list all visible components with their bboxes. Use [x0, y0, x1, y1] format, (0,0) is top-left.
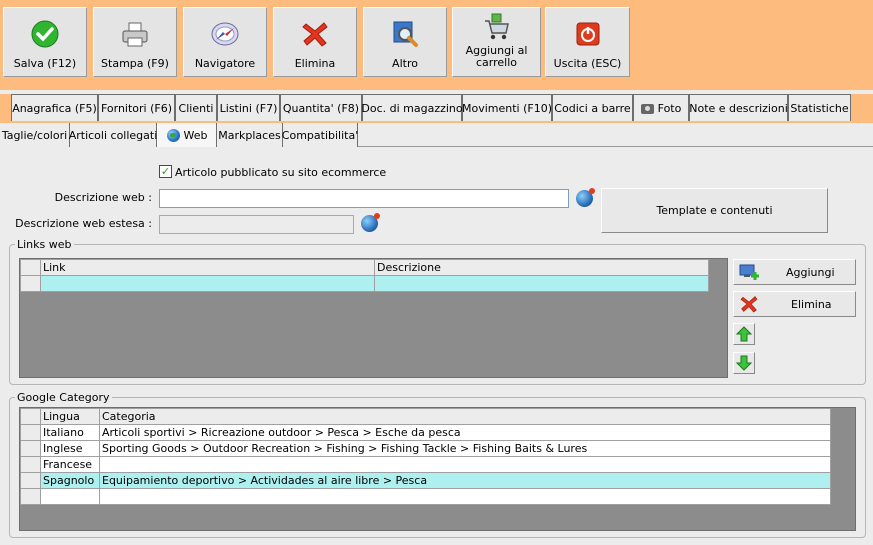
category-cell[interactable]: Articoli sportivi > Ricreazione outdoor … — [99, 424, 831, 441]
web-ext-globe-icon[interactable] — [361, 213, 380, 232]
tab-fornitori[interactable]: Fornitori (F6) — [98, 94, 175, 121]
category-cell[interactable]: Sporting Goods > Outdoor Recreation > Fi… — [99, 440, 831, 457]
links-web-title: Links web — [15, 238, 74, 251]
compass-icon — [211, 22, 239, 46]
web-globe-icon[interactable] — [576, 188, 595, 207]
add-link-label: Aggiungi — [786, 265, 835, 279]
desc-web-label: Descrizione web : — [54, 191, 152, 204]
add-link-button[interactable]: Aggiungi — [733, 259, 856, 285]
template-button[interactable]: Template e contenuti — [601, 188, 828, 233]
tab-foto[interactable]: Foto — [633, 94, 689, 121]
desc-web-input[interactable] — [159, 189, 569, 208]
other-button[interactable]: Altro — [363, 7, 447, 77]
desc-web-ext-input[interactable] — [159, 215, 354, 234]
table-row[interactable]: Spagnolo Equipamiento deportivo > Activi… — [20, 472, 831, 489]
col-descrizione: Descrizione — [374, 259, 709, 276]
sub-tab-bar: Taglie/colori Articoli collegati Web Mar… — [0, 123, 873, 147]
navigator-label: Navigatore — [194, 57, 256, 70]
move-up-button[interactable] — [733, 323, 755, 345]
add-monitor-icon — [739, 264, 759, 280]
category-cell[interactable]: Equipamiento deportivo > Actividades al … — [99, 472, 831, 489]
table-row[interactable]: Francese — [20, 456, 831, 473]
tab-statistiche[interactable]: Statistiche — [788, 94, 851, 121]
lang-cell: Italiano — [40, 424, 100, 441]
check-icon — [31, 20, 59, 48]
desc-web-ext-label: Descrizione web estesa : — [15, 217, 152, 230]
tab-note-descrizioni[interactable]: Note e descrizioni — [689, 94, 788, 121]
magnifier-icon — [393, 21, 418, 47]
delete-x-icon — [302, 22, 328, 47]
tab-codici-barre[interactable]: Codici a barre — [552, 94, 633, 121]
tab-articoli-collegati[interactable]: Articoli collegati — [69, 123, 157, 147]
tab-web-label: Web — [183, 129, 208, 142]
tab-doc-magazzino[interactable]: Doc. di magazzino — [361, 94, 463, 121]
delete-link-label: Elimina — [791, 297, 832, 311]
tab-markplaces[interactable]: Markplaces — [217, 123, 283, 147]
table-row[interactable] — [20, 275, 709, 292]
add-to-cart-button[interactable]: Aggiungi al carrello — [452, 7, 541, 77]
table-row[interactable]: Inglese Sporting Goods > Outdoor Recreat… — [20, 440, 831, 457]
published-checkbox[interactable]: ✓ — [159, 165, 172, 178]
tab-movimenti[interactable]: Movimenti (F10) — [462, 94, 552, 121]
cart-icon — [484, 13, 509, 40]
arrow-up-icon — [735, 326, 753, 342]
other-label: Altro — [392, 57, 418, 70]
power-icon — [576, 22, 599, 46]
table-row[interactable] — [20, 488, 831, 505]
tab-listini[interactable]: Listini (F7) — [217, 94, 280, 121]
globe-icon — [166, 129, 180, 142]
tab-taglie-colori[interactable]: Taglie/colori — [0, 123, 70, 147]
exit-label: Uscita (ESC) — [553, 57, 622, 70]
camera-icon — [640, 103, 654, 114]
google-category-title: Google Category — [15, 391, 112, 404]
lang-cell: Spagnolo — [40, 472, 100, 489]
print-button[interactable]: Stampa (F9) — [93, 7, 177, 77]
col-link: Link — [40, 259, 375, 276]
delete-link-button[interactable]: Elimina — [733, 291, 856, 317]
links-grid[interactable]: Link Descrizione — [19, 258, 728, 378]
add-to-cart-label: Aggiungi al carrello — [465, 44, 528, 69]
move-down-button[interactable] — [733, 352, 755, 374]
delete-button[interactable]: Elimina — [273, 7, 357, 77]
tab-clienti[interactable]: Clienti — [175, 94, 217, 121]
exit-button[interactable]: Uscita (ESC) — [545, 7, 630, 77]
tab-quantita[interactable]: Quantita' (F8) — [280, 94, 362, 121]
tab-anagrafica[interactable]: Anagrafica (F5) — [11, 94, 98, 121]
delete-x-icon — [740, 296, 758, 313]
col-categoria: Categoria — [99, 408, 831, 425]
tab-compatibilita[interactable]: Compatibilita' — [282, 123, 358, 147]
lang-cell: Inglese — [40, 440, 100, 457]
google-grid-header: Lingua Categoria — [20, 408, 831, 425]
printer-icon — [122, 22, 148, 47]
main-tab-bar: Anagrafica (F5) Fornitori (F6) Clienti L… — [0, 94, 873, 123]
tab-foto-label: Foto — [657, 102, 682, 115]
table-row[interactable]: Italiano Articoli sportivi > Ricreazione… — [20, 424, 831, 441]
lang-cell: Francese — [40, 456, 100, 473]
save-button[interactable]: Salva (F12) — [3, 7, 87, 77]
published-label: Articolo pubblicato su sito ecommerce — [175, 166, 387, 179]
col-lingua: Lingua — [40, 408, 100, 425]
category-cell[interactable] — [99, 456, 831, 473]
delete-label: Elimina — [294, 57, 336, 70]
google-category-grid[interactable]: Lingua Categoria Italiano Articoli sport… — [19, 407, 856, 531]
toolbar: Salva (F12) Stampa (F9) Navigatore Elimi… — [0, 0, 873, 90]
print-label: Stampa (F9) — [101, 57, 169, 70]
tab-web[interactable]: Web — [157, 123, 217, 147]
arrow-down-icon — [735, 355, 753, 371]
navigator-button[interactable]: Navigatore — [183, 7, 267, 77]
links-grid-header: Link Descrizione — [20, 259, 709, 276]
save-label: Salva (F12) — [13, 57, 77, 70]
